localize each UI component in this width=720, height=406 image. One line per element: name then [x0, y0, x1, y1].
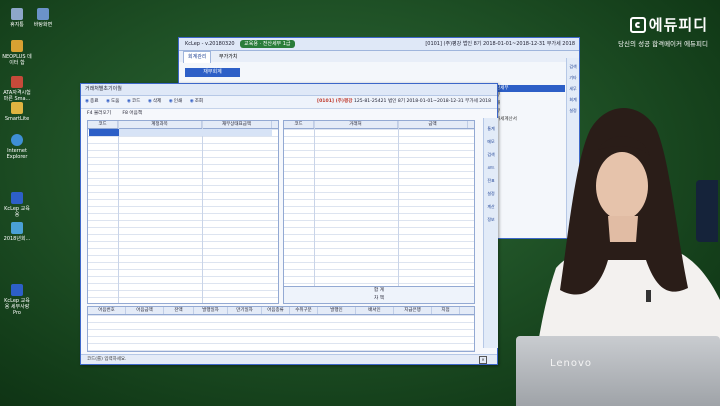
col-bill-header: 지점	[432, 307, 460, 314]
app-icon	[11, 222, 23, 234]
col-bill-header: 어음종류	[262, 307, 290, 314]
laptop-brand: Lenovo	[550, 358, 593, 369]
kclep-icon	[11, 284, 23, 296]
brand-logo-block: 에듀피디 당신의 성공 합격메이커 에듀피디	[598, 14, 708, 48]
menu-financial-accounting[interactable]: 재무회계	[185, 68, 240, 77]
status-text: 코드(를) 입력하세요.	[87, 357, 127, 362]
desktop-icon-desktop[interactable]: 바탕화면	[28, 8, 58, 28]
rail-item[interactable]: 메모	[484, 139, 498, 144]
close-button[interactable]: 종료	[85, 96, 98, 108]
side-item[interactable]: 기타	[567, 75, 579, 80]
tab-vat[interactable]: 부가가치	[215, 52, 241, 63]
desktop-icon-smartlite[interactable]: SmartLite	[2, 102, 32, 122]
col-code: 코드	[284, 121, 314, 128]
col-bill-header: 발행인	[318, 307, 356, 314]
app-icon	[11, 76, 23, 88]
window-titlebar: KcLep - v.20180320 교육용 · 전산세무 1급 [0101] …	[179, 38, 579, 51]
app-icon	[11, 40, 23, 52]
load-button[interactable]: F4 불러오기	[87, 111, 111, 116]
recycle-bin-icon	[11, 8, 23, 20]
module-tabs: 회계관리 부가가치	[179, 51, 579, 63]
window-title: 거래처별초기이월	[85, 86, 122, 92]
col-bill-header: 발행일자	[194, 307, 228, 314]
col-vendor: 거래처	[314, 121, 398, 128]
status-bar: 코드(를) 입력하세요. ✕	[81, 354, 497, 364]
search-button[interactable]: 조회	[190, 96, 203, 108]
desktop-icon-2018[interactable]: 2018년회...	[2, 222, 32, 242]
rail-item[interactable]: 검색	[484, 152, 498, 157]
side-item[interactable]: 검색	[567, 64, 579, 69]
presenter-laptop: Lenovo	[516, 336, 720, 406]
desktop-icon-ie[interactable]: Internet Explorer	[2, 134, 32, 160]
selected-cell[interactable]	[89, 129, 119, 136]
difference-label: 차 액	[374, 296, 384, 301]
grid-body	[88, 129, 278, 303]
front-side-rail: 통계 메모 검색 코드 전표 설정 계산 정보	[483, 118, 498, 348]
col-bill-header: 배서인	[356, 307, 394, 314]
app-icon	[11, 102, 23, 114]
account-grid[interactable]: 코드 계정과목 재무상태표금액	[87, 120, 279, 304]
rail-item[interactable]: 계산	[484, 204, 498, 209]
brand-name: 에듀피디	[648, 16, 708, 34]
code-button[interactable]: 코드	[127, 96, 140, 108]
grid-header: 코드 거래처 금액	[284, 121, 474, 129]
sub-toolbar: F4 불러오기 F8 어음책	[81, 109, 497, 119]
vendor-grid[interactable]: 코드 거래처 금액 합 계 차 액	[283, 120, 475, 304]
desktop-icon-neoplus[interactable]: NEOPLUS 데이터 합	[2, 40, 32, 66]
desktop-icon-kclep-pro[interactable]: KcLep 교육용 세무사랑Pro	[2, 284, 32, 316]
folder-icon	[37, 8, 49, 20]
grid-header: 어음번호 어음금액 잔액 발행일자 만기일자 어음종류 수취구분 발행인 배서인 지급은행 지점	[88, 307, 474, 315]
help-button[interactable]: 도움	[106, 96, 119, 108]
col-account: 계정과목	[118, 121, 202, 128]
windows-logo-icon	[696, 180, 718, 242]
col-code: 코드	[88, 121, 118, 128]
col-bill-header: 어음번호	[88, 307, 126, 314]
bill-grid[interactable]: 어음번호 어음금액 잔액 발행일자 만기일자 어음종류 수취구분 발행인 배서인 지급은행 지점	[87, 306, 475, 352]
initial-balance-window: 거래처별초기이월 종료 도움 코드 삭제 인쇄 조회 [0101] (주)평강 …	[80, 83, 498, 365]
col-bill-header: 지급은행	[394, 307, 432, 314]
grid-body	[284, 129, 474, 303]
total-label: 합 계	[374, 288, 384, 293]
rail-item[interactable]: 전표	[484, 178, 498, 183]
col-bs-amount: 재무상태표금액	[202, 121, 272, 128]
tab-accounting[interactable]: 회계관리	[183, 51, 212, 63]
grid-body	[88, 315, 474, 351]
company-info: 법인 8기 2018-01-01~2018-12-31 부가세 2018	[462, 41, 575, 47]
col-amount: 금액	[398, 121, 468, 128]
desktop-icon-kclep[interactable]: KcLep 교육용	[2, 192, 32, 218]
edition-badge: 교육용 · 전산세무 1급	[240, 40, 295, 48]
col-bill-header: 만기일자	[228, 307, 262, 314]
print-button[interactable]: 인쇄	[169, 96, 182, 108]
close-icon[interactable]: ✕	[479, 356, 487, 364]
kclep-icon	[11, 192, 23, 204]
company-code: [0101] (주)평강	[317, 99, 353, 104]
col-bill-header: 잔액	[164, 307, 194, 314]
internet-explorer-icon	[11, 134, 23, 146]
totals-box: 합 계 차 액	[284, 286, 474, 303]
col-bill-header: 수취구분	[290, 307, 318, 314]
company-code: [0101] (주)평강	[425, 41, 462, 47]
desktop-icon-ata[interactable]: ATA자격시험 마른 Sma...	[2, 76, 32, 102]
rail-item[interactable]: 정보	[484, 217, 498, 222]
bill-book-button[interactable]: F8 어음책	[122, 111, 142, 116]
selected-row[interactable]	[119, 129, 272, 136]
rail-item[interactable]: 코드	[484, 165, 498, 170]
brand-mark-icon	[629, 16, 646, 33]
window-titlebar: 거래처별초기이월	[81, 84, 497, 96]
rail-item[interactable]: 설정	[484, 191, 498, 196]
rail-item[interactable]: 통계	[484, 126, 498, 131]
company-info: 125-81-25421 법인 8기 2018-01-01~2018-12-31…	[353, 99, 491, 104]
col-bill-header: 어음금액	[126, 307, 164, 314]
brand-tagline: 당신의 성공 합격메이커 에듀피디	[618, 40, 708, 48]
delete-button[interactable]: 삭제	[148, 96, 161, 108]
window-title: KcLep - v.20180320	[185, 41, 235, 47]
toolbar: 종료 도움 코드 삭제 인쇄 조회 [0101] (주)평강 125-81-25…	[81, 96, 497, 109]
grid-header: 코드 계정과목 재무상태표금액	[88, 121, 278, 129]
